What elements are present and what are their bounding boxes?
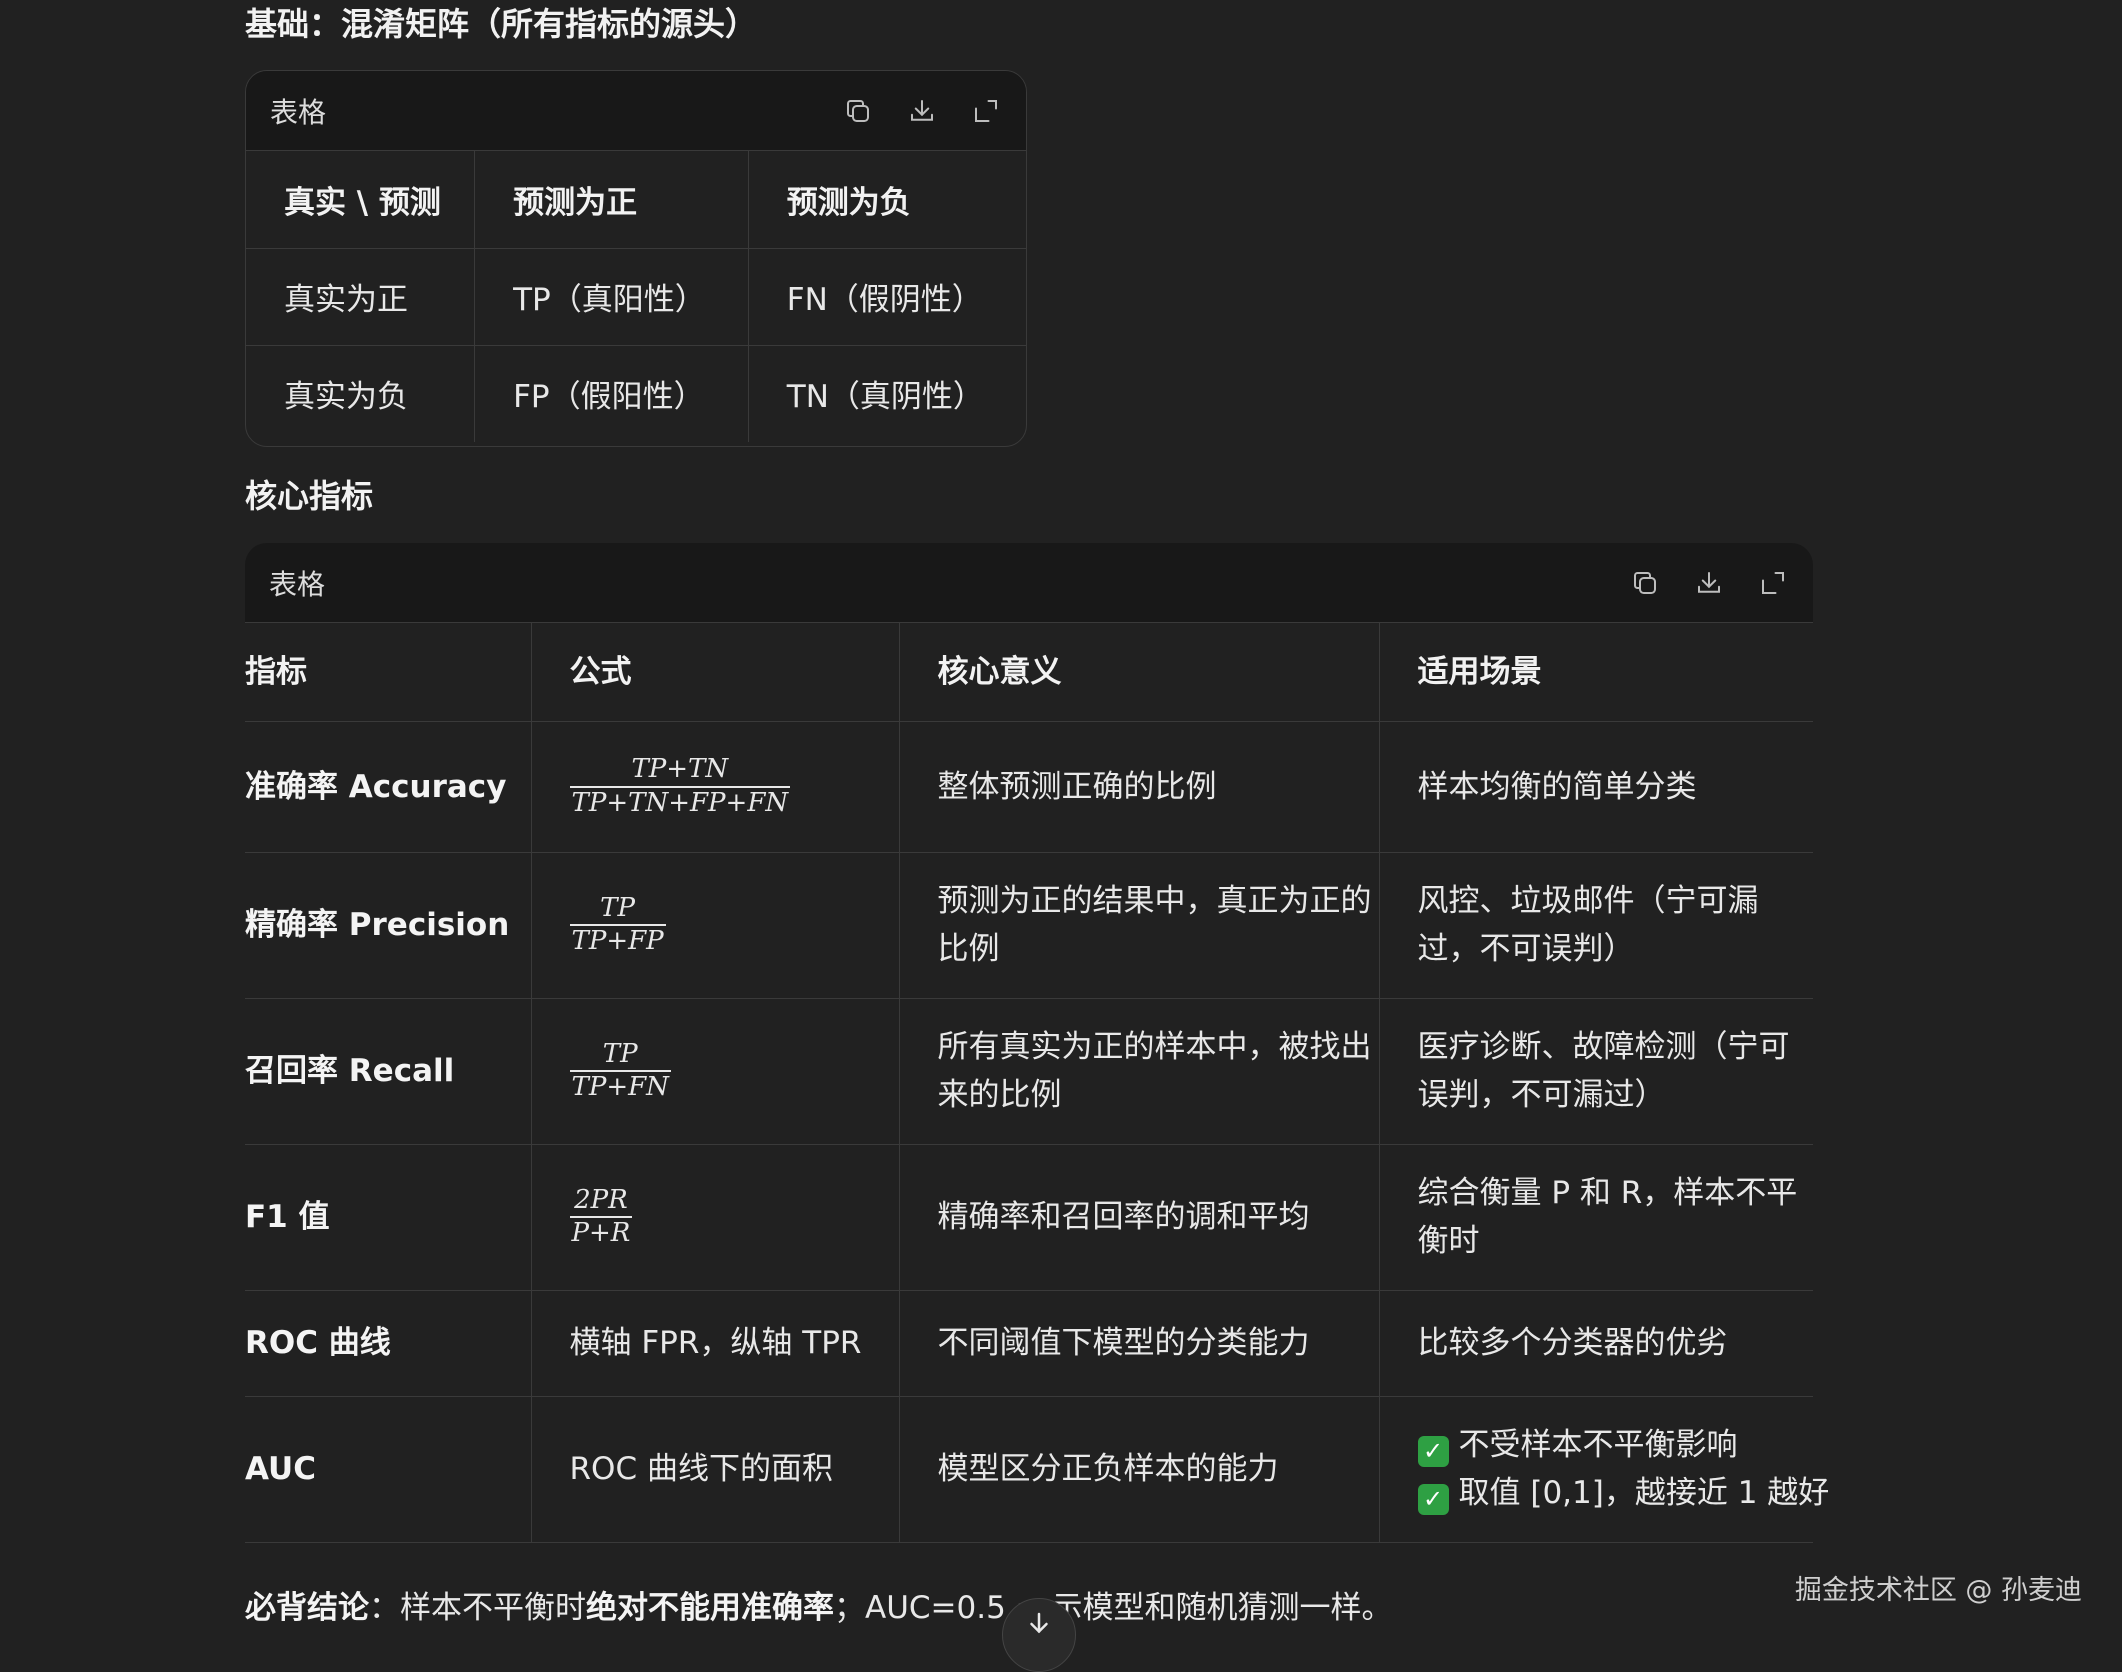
- expand-icon[interactable]: [970, 95, 1002, 127]
- scenario-text: 取值 [0,1]，越接近 1 越好: [1458, 1475, 1830, 1511]
- expand-icon[interactable]: [1757, 567, 1789, 599]
- column-header: 核心意义: [899, 623, 1380, 722]
- conclusion-text: 样本不平衡时: [400, 1590, 586, 1626]
- conclusion-emphasis: 绝对不能用准确率: [586, 1590, 834, 1626]
- formula-cell: ROC 曲线下的面积: [531, 1396, 900, 1543]
- formula-fraction: TP TP+FN: [569, 1038, 671, 1102]
- confusion-matrix-table: 真实 \ 预测 预测为正 预测为负 真实为正 TP（真阳性） FN（假阴性） 真…: [246, 151, 1026, 442]
- metric-name: ROC 曲线: [245, 1290, 532, 1397]
- scenario-line: ✓ 取值 [0,1]，越接近 1 越好: [1417, 1469, 1829, 1517]
- watermark: 掘金技术社区 @ 孙麦迪: [1794, 1575, 2082, 1606]
- table-card-header: 表格: [246, 71, 1026, 151]
- formula-numerator: TP+TN: [631, 754, 729, 785]
- metric-name: AUC: [245, 1396, 532, 1543]
- formula-denominator: TP+FP: [569, 924, 666, 956]
- table-cell: 真实为正: [246, 248, 476, 346]
- check-box-icon: ✓: [1417, 1484, 1449, 1515]
- scenario-line: ✓ 不受样本不平衡影响: [1417, 1421, 1814, 1469]
- table-header-row: 真实 \ 预测 预测为正 预测为负: [246, 151, 1026, 249]
- table-card-title: 表格: [270, 95, 327, 129]
- formula-numerator: TP: [600, 892, 635, 923]
- table-row: F1 值 2PR P+R 精确率和召回率的调和平均 综合衡量 P 和 R，样本不…: [245, 1144, 1813, 1291]
- scenario-cell: ✓ 不受样本不平衡影响 ✓ 取值 [0,1]，越接近 1 越好: [1379, 1396, 1829, 1543]
- scenario-cell: 风控、垃圾邮件（宁可漏过，不可误判）: [1379, 852, 1813, 999]
- conclusion-line: 必背结论：样本不平衡时绝对不能用准确率；AUC=0.5 = 示模型和随机猜测一样…: [245, 1593, 1393, 1624]
- confusion-matrix-table-card: 表格 真实 \ 预测 预测为正 预测为负 真实为正 TP（真阳性） FN（假阴性…: [245, 70, 1027, 447]
- copy-icon[interactable]: [842, 95, 874, 127]
- table-card-header: 表格: [245, 543, 1813, 623]
- scenario-text: 不受样本不平衡影响: [1458, 1427, 1738, 1463]
- table-card-title: 表格: [269, 567, 326, 601]
- formula-fraction: TP TP+FP: [569, 892, 666, 956]
- table-row: 真实为正 TP（真阳性） FN（假阴性）: [246, 248, 1026, 346]
- check-box-icon: ✓: [1417, 1436, 1449, 1467]
- copy-icon[interactable]: [1629, 567, 1661, 599]
- section-heading-confusion-matrix: 基础：混淆矩阵（所有指标的源头）: [245, 5, 758, 43]
- formula-cell: TP TP+FP: [531, 852, 900, 999]
- download-icon[interactable]: [1693, 567, 1725, 599]
- column-header: 真实 \ 预测: [246, 151, 476, 249]
- column-header: 指标: [245, 623, 532, 722]
- table-row: 准确率 Accuracy TP+TN TP+TN+FP+FN 整体预测正确的比例…: [245, 721, 1813, 853]
- meaning-cell: 精确率和召回率的调和平均: [899, 1144, 1380, 1291]
- metric-name: 准确率 Accuracy: [245, 721, 532, 853]
- meaning-cell: 所有真实为正的样本中，被找出来的比例: [899, 998, 1380, 1145]
- metric-name: 精确率 Precision: [245, 852, 532, 999]
- formula-cell: TP+TN TP+TN+FP+FN: [531, 721, 900, 853]
- scenario-cell: 医疗诊断、故障检测（宁可误判，不可漏过）: [1379, 998, 1813, 1145]
- conclusion-separator: ：: [369, 1590, 400, 1626]
- table-cell: TN（真阴性）: [786, 379, 984, 416]
- conclusion-text: ；AUC=0.5 = 示模型和随机猜测一样。: [834, 1590, 1393, 1626]
- conclusion-label: 必背结论: [245, 1590, 369, 1626]
- section-heading-core-metrics: 核心指标: [245, 477, 374, 515]
- formula-cell: 2PR P+R: [531, 1144, 900, 1291]
- table-toolbar: [842, 95, 1002, 127]
- formula-cell: TP TP+FN: [531, 998, 900, 1145]
- table-row: ROC 曲线 横轴 FPR，纵轴 TPR 不同阈值下模型的分类能力 比较多个分类…: [245, 1290, 1813, 1397]
- formula-denominator: P+R: [569, 1216, 633, 1248]
- scenario-cell: 比较多个分类器的优劣: [1379, 1290, 1813, 1397]
- meaning-cell: 预测为正的结果中，真正为正的比例: [899, 852, 1380, 999]
- meaning-cell: 整体预测正确的比例: [899, 721, 1380, 853]
- meaning-cell: 不同阈值下模型的分类能力: [899, 1290, 1380, 1397]
- table-cell: TP（真阳性）: [474, 248, 749, 346]
- column-header: 公式: [531, 623, 900, 722]
- metric-name: 召回率 Recall: [245, 998, 532, 1145]
- column-header: 适用场景: [1379, 623, 1813, 722]
- core-metrics-table-card: 表格 指标 公式 核心意义 适用场景 准确率 Accuracy TP+TN TP…: [245, 543, 1829, 1543]
- scroll-to-bottom-button[interactable]: [1002, 1598, 1076, 1672]
- table-cell: FN（假阴性）: [748, 248, 1026, 346]
- table-row: 精确率 Precision TP TP+FP 预测为正的结果中，真正为正的比例 …: [245, 852, 1813, 999]
- formula-denominator: TP+TN+FP+FN: [569, 785, 791, 818]
- column-header: 预测为正: [474, 151, 749, 249]
- table-row: 真实为负 FP（假阳性） TN（真阴性）: [246, 345, 1026, 442]
- core-metrics-table: 指标 公式 核心意义 适用场景 准确率 Accuracy TP+TN TP+TN…: [245, 623, 1829, 1543]
- table-cell: FP（假阳性）: [474, 345, 749, 442]
- formula-fraction: 2PR P+R: [569, 1184, 633, 1248]
- scenario-cell: 样本均衡的简单分类: [1379, 721, 1813, 853]
- table-toolbar: [1629, 567, 1789, 599]
- table-row: AUC ROC 曲线下的面积 模型区分正负样本的能力 ✓ 不受样本不平衡影响 ✓ 取…: [245, 1396, 1829, 1543]
- formula-numerator: 2PR: [574, 1184, 628, 1215]
- formula-numerator: TP: [602, 1038, 638, 1069]
- meaning-cell: 模型区分正负样本的能力: [899, 1396, 1380, 1543]
- formula-cell: 横轴 FPR，纵轴 TPR: [531, 1290, 900, 1397]
- table-cell: 真实为负: [246, 345, 476, 442]
- metric-name: F1 值: [245, 1144, 532, 1291]
- table-row: 召回率 Recall TP TP+FN 所有真实为正的样本中，被找出来的比例 医…: [245, 998, 1813, 1145]
- formula-fraction: TP+TN TP+TN+FP+FN: [569, 754, 791, 818]
- formula-denominator: TP+FN: [569, 1070, 671, 1102]
- scenario-cell: 综合衡量 P 和 R，样本不平衡时: [1379, 1144, 1813, 1291]
- arrow-down-icon: [1030, 1612, 1048, 1634]
- download-icon[interactable]: [906, 95, 938, 127]
- table-header-row: 指标 公式 核心意义 适用场景: [245, 623, 1813, 722]
- column-header: 预测为负: [748, 151, 1026, 249]
